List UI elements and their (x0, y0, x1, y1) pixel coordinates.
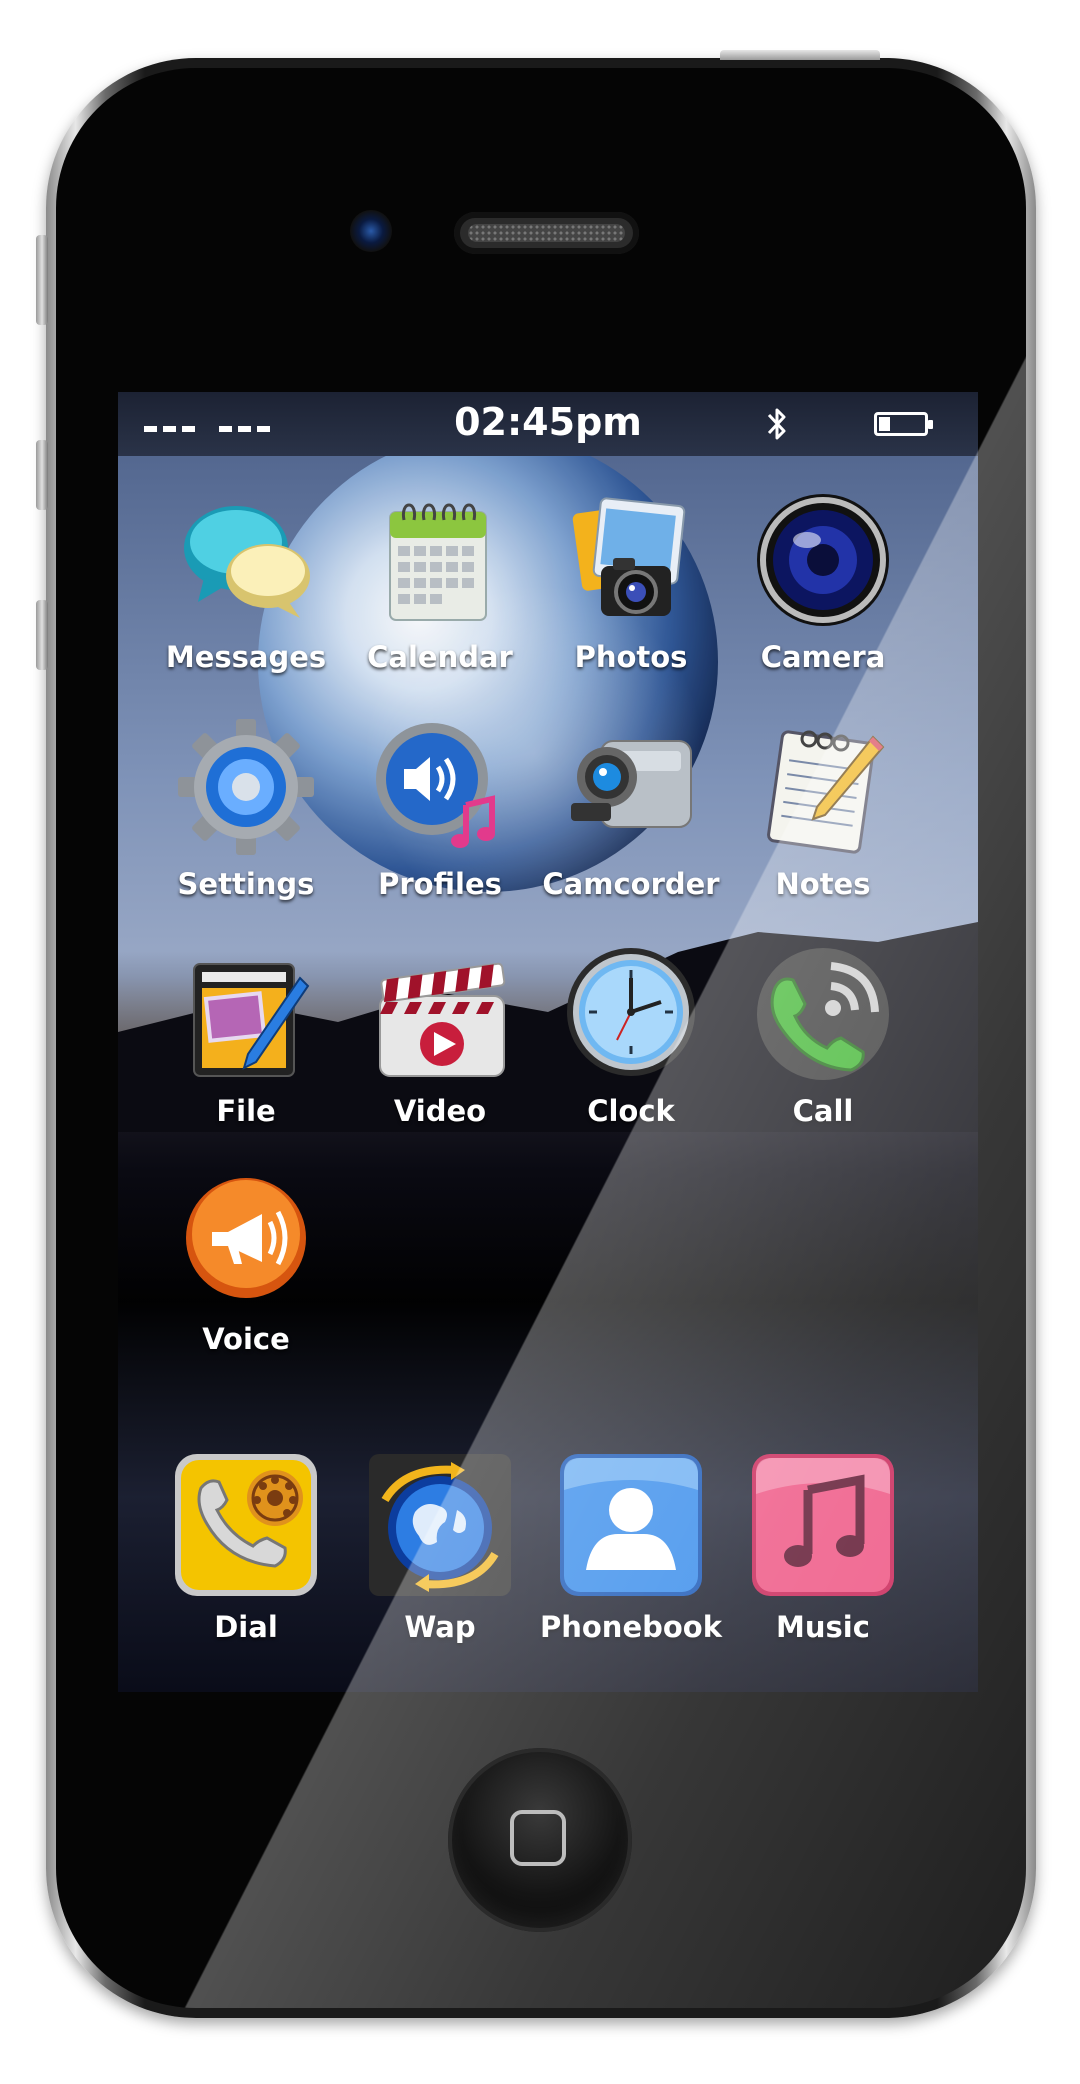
app-camcorder[interactable]: Camcorder (536, 717, 726, 917)
settings-gear-icon (176, 717, 316, 857)
home-square-icon (510, 1810, 566, 1866)
app-photos[interactable]: Photos (536, 490, 726, 690)
phonebook-contact-icon (556, 1450, 706, 1600)
app-label: Music (776, 1610, 870, 1644)
profiles-speaker-icon (370, 717, 510, 857)
calendar-icon (370, 490, 510, 630)
volume-down-button[interactable] (36, 600, 48, 670)
music-note-icon (748, 1450, 898, 1600)
app-label: Wap (404, 1610, 476, 1644)
bluetooth-icon (767, 408, 786, 440)
home-button[interactable] (448, 1748, 632, 1932)
app-label: Messages (165, 640, 327, 674)
app-calendar[interactable]: Calendar (345, 490, 535, 690)
dial-rotary-phone-icon (171, 1450, 321, 1600)
wap-globe-icon (365, 1450, 515, 1600)
video-clapperboard-icon (370, 944, 510, 1084)
app-label: Photos (574, 640, 688, 674)
dock-dial[interactable]: Dial (151, 1450, 341, 1670)
photos-icon (561, 490, 701, 630)
app-label: Voice (202, 1322, 290, 1356)
app-label: Profiles (378, 867, 502, 901)
app-call[interactable]: Call (728, 944, 918, 1144)
app-label: Call (792, 1094, 854, 1128)
app-label: Notes (775, 867, 871, 901)
status-time: 02:45pm (454, 400, 642, 444)
app-camera[interactable]: Camera (728, 490, 918, 690)
voice-megaphone-icon (176, 1172, 316, 1312)
app-messages[interactable]: Messages (151, 490, 341, 690)
dock-phonebook[interactable]: Phonebook (536, 1450, 726, 1670)
clock-icon (561, 944, 701, 1084)
camcorder-icon (561, 717, 701, 857)
app-settings[interactable]: Settings (151, 717, 341, 917)
dock-wap[interactable]: Wap (345, 1450, 535, 1670)
battery-level-fill (879, 417, 890, 431)
call-phone-icon (753, 944, 893, 1084)
dock-music[interactable]: Music (728, 1450, 918, 1670)
app-label: Clock (587, 1094, 675, 1128)
app-label: Camera (760, 640, 886, 674)
app-label: Calendar (367, 640, 513, 674)
power-button[interactable] (720, 50, 880, 60)
messages-icon (176, 490, 316, 630)
app-label: Video (393, 1094, 487, 1128)
camera-icon (753, 490, 893, 630)
earpiece-speaker (454, 212, 639, 254)
app-notes[interactable]: Notes (728, 717, 918, 917)
home-screen: 02:45pm Messages Calendar Photos Camera … (118, 392, 978, 1692)
status-bar: 02:45pm (118, 392, 978, 456)
app-video[interactable]: Video (345, 944, 535, 1144)
app-label: Dial (214, 1610, 278, 1644)
app-label: Settings (177, 867, 315, 901)
front-camera (350, 210, 392, 252)
app-voice[interactable]: Voice (151, 1172, 341, 1372)
app-label: Phonebook (539, 1610, 723, 1644)
volume-up-button[interactable] (36, 440, 48, 510)
app-label: Camcorder (542, 867, 720, 901)
app-profiles[interactable]: Profiles (345, 717, 535, 917)
mute-switch[interactable] (36, 235, 48, 325)
battery-icon (874, 412, 933, 436)
app-file[interactable]: File (151, 944, 341, 1144)
app-clock[interactable]: Clock (536, 944, 726, 1144)
file-icon (176, 944, 316, 1084)
app-label: File (216, 1094, 276, 1128)
notes-notepad-icon (753, 717, 893, 857)
